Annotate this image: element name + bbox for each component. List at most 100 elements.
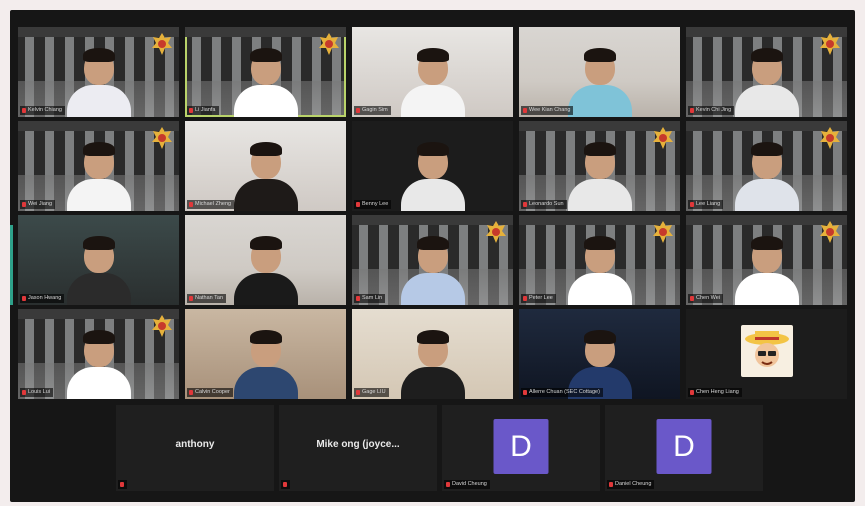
participant-tile[interactable]: Kevin Chi Jing — [686, 27, 847, 117]
participant-video — [233, 231, 298, 305]
participant-name-label: Leonardo Sun — [521, 200, 567, 209]
participant-tile[interactable]: D David Cheung — [442, 405, 600, 491]
crest-emblem-icon — [151, 126, 173, 150]
participant-video — [233, 325, 298, 399]
participant-name-label: Li Jianfa — [187, 106, 219, 115]
participant-name-label: Jason Hwang — [20, 294, 65, 303]
participant-tile[interactable]: Peter Lee — [519, 215, 680, 305]
participant-display-name: anthony — [175, 439, 215, 450]
participant-name-label: Benny Lee — [354, 200, 392, 209]
participant-name-label — [118, 480, 127, 489]
crest-emblem-icon — [485, 220, 507, 244]
participant-video — [400, 325, 465, 399]
participant-video — [734, 137, 799, 211]
participant-name: Kevin Chi Jing — [696, 107, 732, 113]
participant-tile[interactable]: Leonardo Sun — [519, 121, 680, 211]
participant-tile[interactable]: Li Jianfa — [185, 27, 346, 117]
participant-video — [66, 325, 131, 399]
participant-name: Benny Lee — [362, 201, 389, 207]
muted-mic-icon — [189, 202, 193, 207]
participant-name: Lee Liang — [696, 201, 721, 207]
participant-video — [233, 43, 298, 117]
crest-emblem-icon — [151, 32, 173, 56]
muted-mic-icon — [120, 482, 124, 487]
muted-mic-icon — [356, 296, 360, 301]
participant-name-label: Chen Heng Liang — [688, 388, 742, 397]
muted-mic-icon — [356, 202, 360, 207]
participant-name: Gage LIU — [362, 389, 386, 395]
participant-tile[interactable]: Louis Lui — [18, 309, 179, 399]
participant-name-label — [281, 480, 290, 489]
muted-mic-icon — [22, 202, 26, 207]
side-indicator — [10, 225, 13, 305]
muted-mic-icon — [609, 482, 613, 487]
muted-mic-icon — [690, 202, 694, 207]
participant-tile[interactable]: Sam Lin — [352, 215, 513, 305]
participant-tile[interactable]: D Daniel Cheung — [605, 405, 763, 491]
participant-name: Kelvin Chiang — [28, 107, 62, 113]
participant-tile[interactable]: Michael Zheng — [185, 121, 346, 211]
participant-tile[interactable]: Mike ong (joyce... — [279, 405, 437, 491]
initial-avatar: D — [493, 419, 549, 474]
participant-tile[interactable]: Nathan Tan — [185, 215, 346, 305]
cartoon-avatar — [740, 325, 793, 377]
muted-mic-icon — [690, 296, 694, 301]
muted-mic-icon — [523, 202, 527, 207]
participant-name: David Cheung — [452, 481, 487, 487]
participant-video — [734, 43, 799, 117]
video-grid: Kelvin Chiang Li Jianfa Gagin Sim Wee Kian … — [18, 27, 853, 399]
participant-tile[interactable]: Lee Liang — [686, 121, 847, 211]
participant-tile[interactable]: Gage LIU — [352, 309, 513, 399]
participant-video — [400, 137, 465, 211]
muted-mic-icon — [189, 108, 193, 113]
participant-tile[interactable]: Allerre Chuan (SEC Cottage) — [519, 309, 680, 399]
participant-name: Michael Zheng — [195, 201, 232, 207]
participant-video — [567, 137, 632, 211]
participant-tile[interactable]: anthony — [116, 405, 274, 491]
participant-name: Daniel Cheung — [615, 481, 652, 487]
participant-video — [400, 231, 465, 305]
participant-video — [66, 43, 131, 117]
participant-video — [66, 231, 131, 305]
muted-mic-icon — [356, 108, 360, 113]
participant-name: Wee Kian Chang — [529, 107, 571, 113]
participant-tile[interactable]: Benny Lee — [352, 121, 513, 211]
participant-name: Sam Lin — [362, 295, 383, 301]
participant-video — [734, 231, 799, 305]
participant-tile[interactable]: Calvin Cooper — [185, 309, 346, 399]
participant-name: Chen Heng Liang — [696, 389, 739, 395]
muted-mic-icon — [356, 390, 360, 395]
participant-name: Peter Lee — [529, 295, 553, 301]
participant-tile[interactable]: Gagin Sim — [352, 27, 513, 117]
participant-name: Jason Hwang — [28, 295, 62, 301]
participant-name-label: Kelvin Chiang — [20, 106, 65, 115]
participant-name: Louis Lui — [28, 389, 51, 395]
muted-mic-icon — [523, 296, 527, 301]
participant-name: Gagin Sim — [362, 107, 388, 113]
participant-name: Leonardo Sun — [529, 201, 564, 207]
muted-mic-icon — [189, 390, 193, 395]
crest-emblem-icon — [819, 220, 841, 244]
initial-avatar: D — [656, 419, 712, 474]
participant-name: Wei Jiang — [28, 201, 53, 207]
participant-tile[interactable]: Chen Wei — [686, 215, 847, 305]
muted-mic-icon — [283, 482, 287, 487]
participant-video — [567, 231, 632, 305]
muted-mic-icon — [22, 390, 26, 395]
participant-name-label: Wee Kian Chang — [521, 106, 574, 115]
participant-name-label: Sam Lin — [354, 294, 386, 303]
participant-tile[interactable]: Wei Jiang — [18, 121, 179, 211]
video-grid-bottom-row: anthony Mike ong (joyce... D David Cheung D D… — [116, 405, 764, 491]
participant-name-label: Michael Zheng — [187, 200, 235, 209]
participant-name-label: Daniel Cheung — [607, 480, 655, 489]
participant-name: Calvin Cooper — [195, 389, 230, 395]
participant-name: Chen Wei — [696, 295, 721, 301]
participant-name-label: Lee Liang — [688, 200, 724, 209]
crest-emblem-icon — [318, 32, 340, 56]
participant-tile[interactable]: Wee Kian Chang — [519, 27, 680, 117]
participant-tile[interactable]: Chen Heng Liang — [686, 309, 847, 399]
muted-mic-icon — [690, 390, 694, 395]
participant-tile[interactable]: Kelvin Chiang — [18, 27, 179, 117]
participant-tile[interactable]: Jason Hwang — [18, 215, 179, 305]
participant-name: Allerre Chuan (SEC Cottage) — [529, 389, 600, 395]
